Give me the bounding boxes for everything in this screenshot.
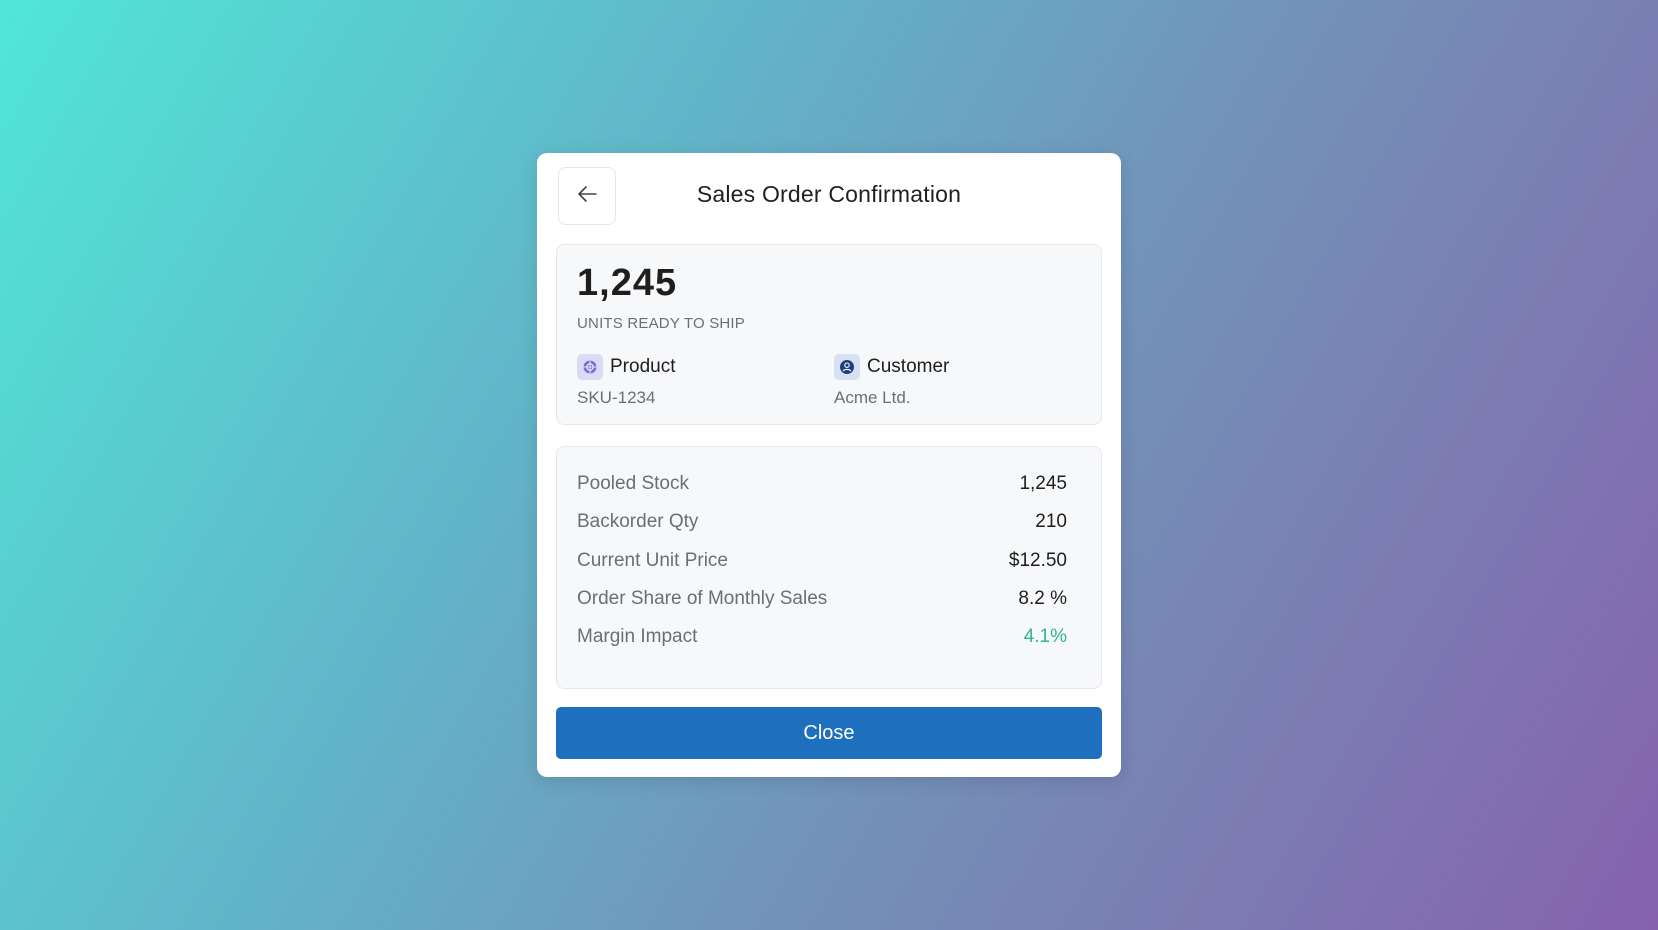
product-info: Product SKU-1234 bbox=[577, 354, 675, 408]
details-card: Pooled Stock 1,245 Backorder Qty 210 Cur… bbox=[556, 446, 1102, 689]
detail-value: 210 bbox=[1035, 511, 1067, 532]
summary-card: 1,245 UNITS READY TO SHIP Product SKU-12… bbox=[556, 244, 1102, 425]
margin-impact-value: 4.1% bbox=[1023, 626, 1067, 647]
detail-row-order-share: Order Share of Monthly Sales 8.2 % bbox=[577, 586, 1067, 612]
detail-value: $12.50 bbox=[1008, 550, 1067, 571]
dialog-title: Sales Order Confirmation bbox=[696, 181, 962, 207]
customer-info: Customer Acme Ltd. bbox=[834, 354, 949, 408]
units-label: UNITS READY TO SHIP bbox=[577, 315, 746, 332]
close-button[interactable]: Close bbox=[556, 707, 1102, 759]
product-sku: SKU-1234 bbox=[577, 388, 656, 407]
product-title: Product bbox=[610, 356, 676, 377]
detail-label: Backorder Qty bbox=[577, 511, 699, 532]
units-count: 1,245 bbox=[577, 262, 678, 304]
customer-name: Acme Ltd. bbox=[834, 388, 911, 407]
detail-label: Current Unit Price bbox=[577, 550, 728, 571]
detail-label: Pooled Stock bbox=[577, 473, 689, 494]
detail-row-backorder-qty: Backorder Qty 210 bbox=[577, 509, 1067, 535]
customer-icon bbox=[834, 354, 860, 380]
detail-label: Margin Impact bbox=[577, 626, 698, 647]
detail-value: 8.2 % bbox=[1018, 588, 1067, 609]
detail-row-margin-impact: Margin Impact 4.1% bbox=[577, 624, 1067, 650]
detail-label: Order Share of Monthly Sales bbox=[577, 588, 828, 609]
product-icon bbox=[577, 354, 603, 380]
detail-value: 1,245 bbox=[1019, 473, 1067, 494]
detail-row-pooled-stock: Pooled Stock 1,245 bbox=[577, 471, 1067, 497]
detail-row-unit-price: Current Unit Price $12.50 bbox=[577, 548, 1067, 574]
customer-title: Customer bbox=[867, 356, 950, 377]
sales-order-dialog: Sales Order Confirmation 1,245 UNITS REA… bbox=[537, 153, 1121, 777]
